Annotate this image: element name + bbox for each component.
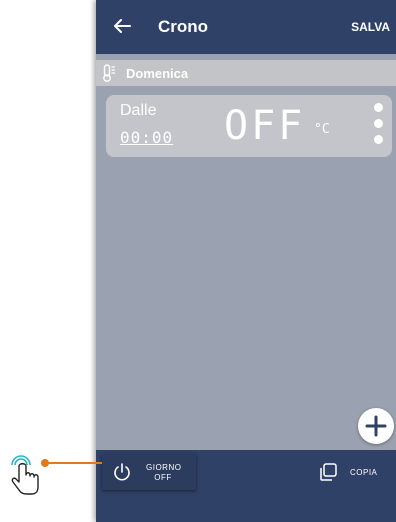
day-off-line1: GIORNO	[146, 463, 182, 472]
copy-button[interactable]: COPIA	[316, 460, 394, 484]
app-screen: Crono SALVA Domenica Dalle 00:00 OFF °C	[96, 0, 396, 522]
tap-hand-icon	[11, 455, 39, 495]
arrow-left-icon[interactable]	[110, 14, 134, 38]
plus-icon	[365, 415, 387, 437]
add-button[interactable]	[358, 408, 394, 444]
day-label: Domenica	[126, 66, 189, 81]
page-title: Crono	[158, 17, 209, 36]
thermometer-icon	[103, 64, 115, 82]
app-bar: Crono SALVA	[96, 0, 396, 54]
day-off-label: GIORNO OFF	[146, 463, 182, 483]
temperature-display: OFF	[224, 103, 306, 149]
day-header: Domenica	[96, 60, 396, 86]
copy-label: COPIA	[350, 468, 378, 477]
time-value[interactable]: 00:00	[120, 128, 173, 147]
temperature-unit: °C	[314, 122, 330, 137]
day-off-button[interactable]: GIORNO OFF	[102, 454, 196, 490]
save-button[interactable]: SALVA	[351, 20, 390, 34]
bottom-bar: GIORNO OFF COPIA	[96, 450, 396, 522]
power-icon	[114, 463, 130, 481]
copy-icon	[320, 463, 337, 481]
from-label: Dalle	[120, 102, 157, 119]
callout-connector	[41, 459, 102, 467]
day-off-line2: OFF	[154, 473, 172, 482]
schedule-row[interactable]: Dalle 00:00 OFF °C	[106, 95, 392, 157]
more-vertical-icon[interactable]	[374, 103, 384, 149]
